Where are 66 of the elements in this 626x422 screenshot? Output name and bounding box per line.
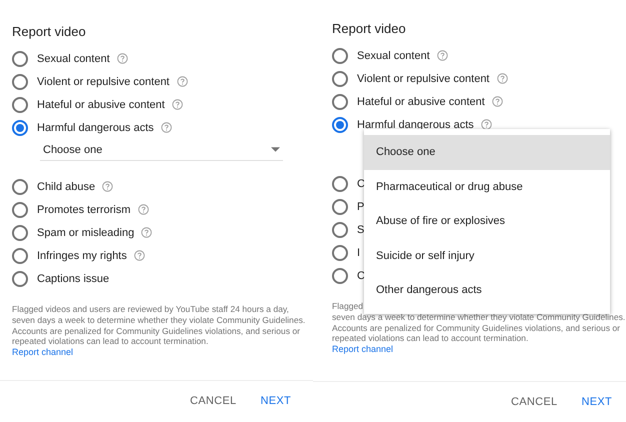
- dialog-title: Report video: [12, 24, 87, 40]
- radio-button[interactable]: [12, 202, 28, 218]
- help-icon[interactable]: [116, 53, 128, 64]
- radio-button[interactable]: [12, 178, 28, 194]
- cancel-button[interactable]: CANCEL: [182, 388, 244, 413]
- menu-item[interactable]: Other dangerous acts: [364, 273, 610, 308]
- category-dropdown[interactable]: Choose one: [40, 139, 283, 161]
- help-icon[interactable]: [480, 119, 492, 130]
- menu-item[interactable]: Choose one: [364, 135, 610, 170]
- help-icon[interactable]: [138, 204, 149, 215]
- radio-button[interactable]: [332, 222, 348, 238]
- option-label[interactable]: Violent or repulsive content: [357, 72, 490, 84]
- help-icon[interactable]: [102, 181, 114, 192]
- help-icon[interactable]: [134, 250, 145, 261]
- caret-icon: [271, 147, 280, 152]
- next-button[interactable]: NEXT: [252, 388, 299, 413]
- option-label[interactable]: P: [357, 200, 364, 212]
- option-label[interactable]: Sexual content: [357, 50, 430, 62]
- notice-text: Flagged videos and users are reviewed by YouTube staff 24 hours a day, seven days a week to determine whether they violate Community Guidelines. Accounts are penalized for Community Guidelines violations, and serious or repeated violations can lead to account termination.: [12, 304, 306, 348]
- option-label[interactable]: S: [357, 224, 364, 236]
- radio-button[interactable]: [12, 120, 28, 136]
- option-label[interactable]: Sexual content: [37, 52, 110, 64]
- option-label[interactable]: Captions issue: [37, 272, 110, 284]
- radio-button[interactable]: [332, 244, 348, 260]
- option-label[interactable]: C: [357, 270, 365, 282]
- menu-item[interactable]: Suicide or self injury: [364, 238, 610, 273]
- cancel-button[interactable]: CANCEL: [503, 390, 566, 414]
- radio-button[interactable]: [12, 270, 28, 286]
- radio-button[interactable]: [12, 224, 28, 240]
- option-label[interactable]: Infringes my rights: [37, 250, 127, 262]
- help-icon[interactable]: [176, 76, 188, 87]
- help-icon[interactable]: [496, 73, 508, 84]
- help-icon[interactable]: [160, 122, 172, 133]
- report-channel-link[interactable]: Report channel: [12, 347, 74, 358]
- radio-button[interactable]: [332, 48, 348, 64]
- option-label[interactable]: Harmful dangerous acts: [37, 122, 154, 134]
- menu-item[interactable]: Abuse of fire or explosives: [364, 204, 610, 238]
- notice-text: seven days a week to determine whether they violate Community Guidelines. Accounts are penalized for Community Guidelines violations, and serious or repeated violations can lead to account termination.: [332, 312, 626, 344]
- help-icon[interactable]: [436, 50, 448, 61]
- radio-button[interactable]: [332, 198, 348, 214]
- menu-item[interactable]: Pharmaceutical or drug abuse: [364, 170, 610, 204]
- radio-button[interactable]: [332, 94, 348, 110]
- option-label[interactable]: Child abuse: [37, 180, 96, 192]
- option-label[interactable]: Spam or misleading: [37, 226, 134, 238]
- radio-button[interactable]: [332, 116, 348, 132]
- help-icon[interactable]: [141, 227, 152, 238]
- report-channel-link[interactable]: Report channel: [332, 344, 394, 355]
- option-label[interactable]: Hateful or abusive content: [37, 98, 165, 110]
- dialog-title: Report video: [332, 21, 407, 37]
- option-label[interactable]: C: [357, 178, 365, 190]
- option-label[interactable]: Hateful or abusive content: [357, 96, 485, 108]
- radio-button[interactable]: [12, 248, 28, 264]
- option-label[interactable]: Promotes terrorism: [37, 204, 131, 216]
- radio-button[interactable]: [332, 268, 348, 284]
- radio-button[interactable]: [12, 50, 28, 66]
- option-label[interactable]: I: [357, 246, 360, 258]
- radio-button[interactable]: [12, 96, 28, 112]
- radio-button[interactable]: [12, 74, 28, 90]
- help-icon[interactable]: [172, 99, 183, 110]
- notice-text: Flagged: [332, 301, 364, 312]
- next-button[interactable]: NEXT: [573, 390, 620, 414]
- option-label[interactable]: Violent or repulsive content: [37, 76, 170, 88]
- radio-button[interactable]: [332, 176, 348, 192]
- radio-button[interactable]: [332, 70, 348, 86]
- help-icon[interactable]: [492, 96, 503, 107]
- option-label[interactable]: Harmful dangerous acts: [357, 118, 474, 130]
